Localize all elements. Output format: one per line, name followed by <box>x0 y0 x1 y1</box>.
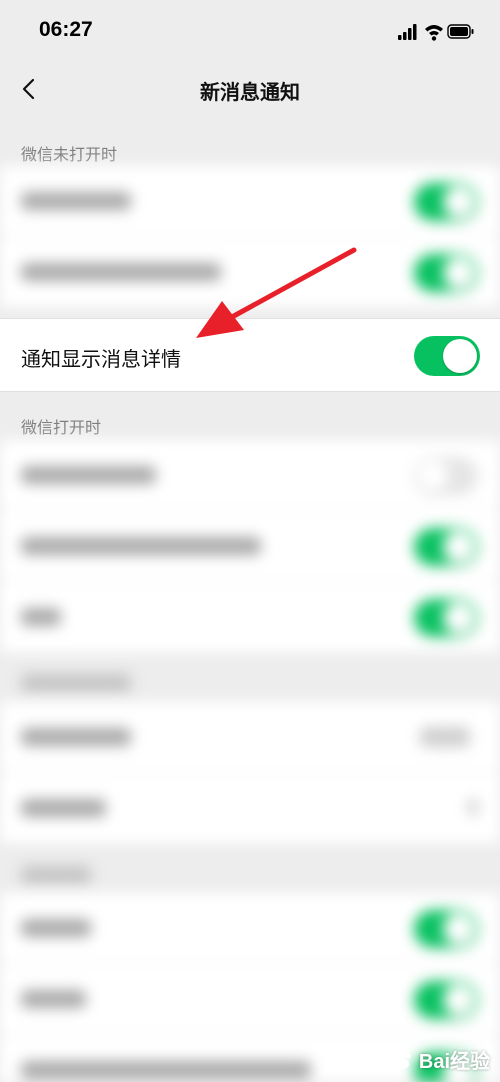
section-header-blurred <box>0 856 500 892</box>
list-item[interactable] <box>0 702 500 773</box>
list-item[interactable] <box>0 511 500 582</box>
settings-group-blurred-a <box>0 702 500 843</box>
blurred-label <box>21 192 131 210</box>
list-item[interactable] <box>0 440 500 511</box>
section-header-blurred <box>0 664 500 700</box>
status-bar: 06:27 <box>0 0 500 62</box>
blurred-value <box>420 727 470 747</box>
wifi-icon <box>425 25 443 41</box>
toggle-switch[interactable] <box>414 457 478 495</box>
status-time: 06:27 <box>39 18 93 41</box>
show-message-details-row[interactable]: 通知显示消息详情 <box>0 318 500 392</box>
blurred-label <box>21 990 86 1008</box>
blurred-label <box>21 674 131 692</box>
list-item[interactable] <box>0 964 500 1035</box>
settings-group-closed <box>0 166 500 307</box>
toggle-switch[interactable] <box>414 981 478 1019</box>
toggle-switch[interactable] <box>414 254 478 292</box>
list-item[interactable] <box>0 166 500 237</box>
blurred-label <box>21 1061 311 1079</box>
toggle-knob <box>443 531 475 563</box>
toggle-switch[interactable] <box>414 528 478 566</box>
toggle-knob <box>443 257 475 289</box>
section-header-closed: 微信未打开时 <box>0 132 500 168</box>
section-header-label: 微信未打开时 <box>21 145 118 164</box>
nav-bar: 新消息通知 <box>0 62 500 122</box>
toggle-knob <box>443 339 477 373</box>
toggle-switch[interactable] <box>414 183 478 221</box>
list-item[interactable] <box>0 893 500 964</box>
blurred-label <box>21 799 106 817</box>
blurred-label <box>21 866 91 884</box>
blurred-label <box>21 608 61 626</box>
blurred-label <box>21 728 131 746</box>
show-message-details-toggle[interactable] <box>414 336 480 376</box>
settings-group-open <box>0 440 500 652</box>
toggle-knob <box>443 602 475 634</box>
toggle-switch[interactable] <box>414 599 478 637</box>
page-title: 新消息通知 <box>200 80 300 104</box>
show-message-details-label: 通知显示消息详情 <box>21 347 181 371</box>
chevron-right-icon <box>468 799 478 815</box>
blurred-label <box>21 466 156 484</box>
blurred-label <box>21 537 261 555</box>
watermark-text: Bai经验 <box>418 1051 490 1073</box>
signal-icon <box>398 24 417 40</box>
section-header-open: 微信打开时 <box>0 405 500 441</box>
blurred-label <box>21 263 221 281</box>
toggle-knob <box>417 460 449 492</box>
toggle-knob <box>443 186 475 218</box>
toggle-switch[interactable] <box>414 910 478 948</box>
toggle-knob <box>443 984 475 1016</box>
baidu-watermark: Bai经验 <box>393 1045 490 1074</box>
status-icons <box>398 24 474 41</box>
list-item[interactable] <box>0 773 500 843</box>
baidu-paw-icon <box>395 1051 411 1069</box>
battery-icon <box>447 24 474 39</box>
blurred-label <box>21 919 91 937</box>
section-header-label: 微信打开时 <box>21 418 102 437</box>
list-item[interactable] <box>0 582 500 652</box>
list-item[interactable] <box>0 237 500 307</box>
toggle-knob <box>443 913 475 945</box>
